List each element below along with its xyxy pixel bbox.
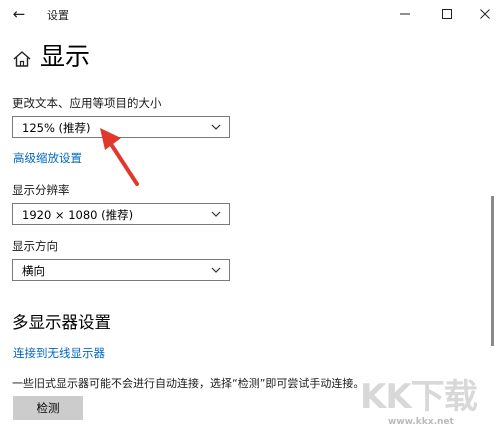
orientation-label: 显示方向	[12, 239, 58, 253]
advanced-scaling-link[interactable]: 高级缩放设置	[13, 150, 82, 166]
chevron-down-icon	[211, 211, 221, 217]
minimize-button[interactable]	[390, 4, 420, 24]
red-arrow-annotation-icon	[100, 128, 139, 186]
wireless-display-link[interactable]: 连接到无线显示器	[13, 345, 105, 361]
scale-dropdown-value: 125% (推荐)	[22, 121, 91, 135]
scrollbar-thumb[interactable]	[491, 196, 494, 346]
minimize-icon	[400, 13, 410, 15]
chevron-down-icon	[211, 267, 221, 273]
orientation-dropdown[interactable]: 横向	[12, 259, 230, 281]
multi-display-section-title: 多显示器设置	[12, 313, 111, 332]
watermark-url: www.kkx.net	[388, 417, 454, 427]
back-arrow-icon: ←	[12, 5, 26, 23]
orientation-dropdown-value: 横向	[22, 264, 45, 278]
page-title: 显示	[40, 42, 91, 71]
home-icon	[13, 51, 31, 67]
title-bar: ← 设置	[0, 0, 500, 30]
chevron-down-icon	[211, 124, 221, 130]
watermark-text: KK下载	[360, 377, 478, 417]
scale-label: 更改文本、应用等项目的大小	[12, 96, 162, 110]
window-title: 设置	[47, 9, 69, 22]
detect-button[interactable]: 检测	[13, 396, 83, 420]
resolution-dropdown[interactable]: 1920 × 1080 (推荐)	[12, 203, 230, 225]
resolution-label: 显示分辨率	[12, 183, 70, 197]
watermark: KK下载 www.kkx.net	[360, 369, 500, 434]
back-button[interactable]: ←	[6, 4, 32, 24]
maximize-button[interactable]	[432, 4, 462, 24]
maximize-icon	[442, 9, 452, 19]
close-button[interactable]	[470, 4, 500, 24]
resolution-dropdown-value: 1920 × 1080 (推荐)	[22, 208, 134, 222]
detect-note: 一些旧式显示器可能不会进行自动连接，选择“检测”即可尝试手动连接。	[12, 377, 365, 390]
close-icon	[480, 9, 490, 19]
